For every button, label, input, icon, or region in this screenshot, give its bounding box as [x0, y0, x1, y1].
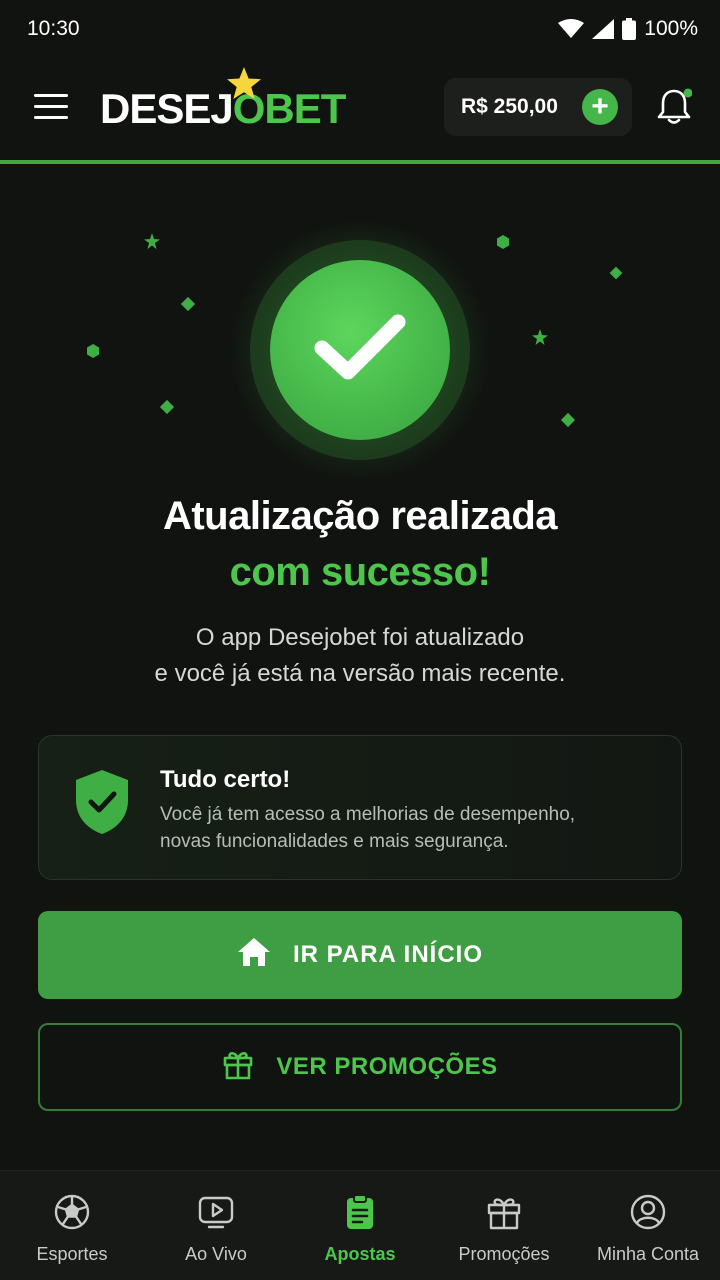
- sparkle-icon: [159, 399, 175, 420]
- app-header: DESEJOBET R$ 250,00 +: [0, 58, 720, 160]
- success-title-highlight: com sucesso!: [229, 550, 491, 594]
- shield-check-icon: [73, 768, 131, 841]
- view-promotions-button[interactable]: VER PROMOÇÕES: [38, 1023, 682, 1111]
- info-card-line: novas funcionalidades e mais segurança.: [160, 831, 509, 852]
- description-line: e você já está na versão mais recente.: [154, 660, 566, 687]
- desejobet-logo[interactable]: DESEJOBET: [100, 85, 346, 132]
- signal-icon: [592, 19, 615, 39]
- nav-label: Esportes: [36, 1244, 108, 1264]
- success-badge: [270, 260, 450, 440]
- battery-icon: [622, 18, 637, 40]
- wifi-icon: [558, 19, 585, 39]
- plus-icon: +: [591, 90, 609, 123]
- status-time: 10:30: [27, 17, 80, 40]
- menu-icon[interactable]: [34, 94, 68, 122]
- checkmark-icon: [310, 308, 410, 393]
- sparkle-icon: [144, 233, 160, 254]
- home-icon: [237, 937, 271, 974]
- go-home-button[interactable]: IR PARA INÍCIO: [38, 911, 682, 999]
- clipboard-icon: [341, 1193, 379, 1236]
- view-promotions-label: VER PROMOÇÕES: [276, 1053, 498, 1080]
- add-funds-button[interactable]: +: [582, 89, 618, 125]
- go-home-label: IR PARA INÍCIO: [292, 941, 483, 968]
- nav-item-promocoes[interactable]: Promoções: [432, 1171, 576, 1280]
- nav-label: Minha Conta: [596, 1244, 700, 1264]
- balance-value: R$ 250,00: [461, 95, 558, 118]
- balance-chip[interactable]: R$ 250,00 +: [444, 78, 632, 136]
- notification-bell-icon[interactable]: [656, 88, 693, 131]
- user-icon: [629, 1193, 667, 1236]
- nav-item-minha-conta[interactable]: Minha Conta: [576, 1171, 720, 1280]
- gift-icon: [222, 1048, 254, 1087]
- status-bar: 10:30 100%: [0, 0, 720, 58]
- nav-label: Promoções: [458, 1244, 550, 1264]
- sparkle-icon: [496, 235, 510, 254]
- sparkle-icon: [609, 266, 623, 285]
- description-line: O app Desejobet foi atualizado: [195, 624, 525, 651]
- logo-text-white: DESEJ: [100, 85, 234, 132]
- nav-item-apostas[interactable]: Apostas: [288, 1171, 432, 1280]
- sparkle-icon: [86, 344, 100, 363]
- gift-icon: [485, 1193, 523, 1236]
- sparkle-icon: [532, 329, 548, 350]
- info-card-title: Tudo certo!: [160, 766, 291, 793]
- success-description: O app Desejobet foi atualizado e você já…: [0, 620, 720, 692]
- nav-label: Apostas: [324, 1244, 396, 1264]
- soccer-ball-icon: [53, 1193, 91, 1236]
- nav-label: Ao Vivo: [185, 1244, 247, 1264]
- info-card: Tudo certo! Você já tem acesso a melhori…: [38, 735, 682, 880]
- success-title: Atualização realizada: [162, 494, 558, 538]
- info-card-line: Você já tem acesso a melhorias de desemp…: [160, 804, 576, 825]
- status-icons: 100%: [558, 17, 698, 41]
- sparkle-icon: [180, 296, 196, 317]
- nav-item-ao-vivo[interactable]: Ao Vivo: [144, 1171, 288, 1280]
- sparkle-icon: [560, 412, 576, 433]
- play-icon: [197, 1193, 235, 1236]
- nav-item-esportes[interactable]: Esportes: [0, 1171, 144, 1280]
- logo-star-icon: [224, 66, 264, 107]
- bottom-navigation: Esportes Ao Vivo Apostas Promoções Minha…: [0, 1170, 720, 1280]
- info-card-text: Você já tem acesso a melhorias de desemp…: [160, 801, 660, 855]
- battery-level: 100%: [644, 17, 698, 40]
- header-divider: [0, 160, 720, 164]
